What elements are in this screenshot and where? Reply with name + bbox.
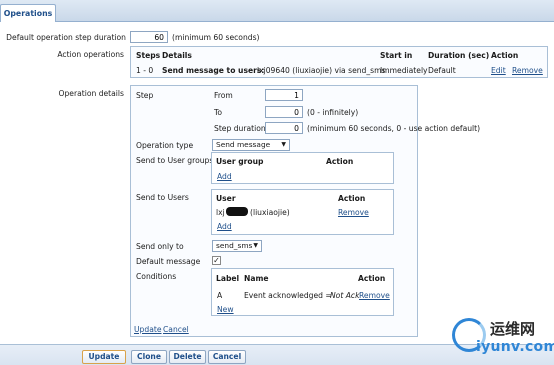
step-duration-hint: (minimum 60 seconds) (172, 33, 260, 42)
condition-name-value: Not Ack (330, 291, 360, 300)
col-details: Details (162, 51, 192, 60)
chevron-down-icon: ▼ (253, 242, 258, 249)
col-start-in: Start in (380, 51, 413, 60)
cancel-operation-link[interactable]: Cancel (163, 325, 189, 334)
op-row-steps: 1 - 0 (136, 66, 154, 75)
to-label: To (214, 108, 222, 117)
col-action: Action (491, 51, 519, 60)
redaction-mark (226, 207, 248, 216)
add-user-link[interactable]: Add (217, 222, 232, 231)
watermark-en: iyunv.com (476, 339, 554, 355)
col-user-group: User group (216, 157, 264, 166)
action-operations-label: Action operations (57, 50, 124, 59)
step-duration-label: Default operation step duration (6, 33, 126, 42)
to-input[interactable] (265, 106, 303, 118)
op-row-duration: Default (428, 66, 456, 75)
send-to-users-label: Send to Users (136, 193, 189, 202)
from-input[interactable] (265, 89, 303, 101)
step-duration-field-label: Step duration (214, 124, 266, 133)
op-row-details-bold: Send message to users: (162, 66, 265, 75)
op-remove-link[interactable]: Remove (512, 66, 543, 75)
operation-type-value: Send message (216, 140, 271, 149)
remove-condition-link[interactable]: Remove (359, 291, 390, 300)
col-condition-label: Label (216, 274, 240, 283)
condition-label-a: A (217, 291, 223, 300)
delete-button[interactable]: Delete (169, 350, 206, 364)
col-users-action: Action (338, 194, 366, 203)
conditions-label: Conditions (136, 272, 177, 281)
tab-operations[interactable]: Operations (0, 4, 56, 23)
col-steps: Steps (136, 51, 161, 60)
send-only-to-select[interactable]: send_sms ▼ (212, 240, 262, 252)
col-user: User (216, 194, 236, 203)
add-group-link[interactable]: Add (217, 172, 232, 181)
watermark-cn: 运维网 (490, 320, 536, 338)
update-operation-link[interactable]: Update (134, 325, 162, 334)
step-duration-input[interactable] (130, 31, 168, 43)
send-to-groups-label: Send to User groups (136, 156, 214, 165)
user-name-suffix: (liuxiaojie) (250, 208, 290, 217)
step-duration-field-hint: (minimum 60 seconds, 0 - use action defa… (307, 124, 481, 133)
default-message-label: Default message (136, 257, 201, 266)
step-label: Step (136, 91, 154, 100)
operation-type-label: Operation type (136, 141, 194, 150)
to-hint: (0 - infinitely) (307, 108, 359, 117)
clone-button[interactable]: Clone (131, 350, 167, 364)
col-duration: Duration (sec) (428, 51, 490, 60)
operation-type-select[interactable]: Send message ▼ (212, 139, 290, 151)
operation-details-label: Operation details (58, 89, 124, 98)
op-row-details: lxj09640 (liuxiaojie) via send_sms (257, 66, 386, 75)
col-condition-name: Name (244, 274, 269, 283)
send-only-to-value: send_sms (216, 241, 253, 250)
condition-name-prefix: Event acknowledged = (244, 291, 332, 300)
op-edit-link[interactable]: Edit (491, 66, 506, 75)
col-groups-action: Action (326, 157, 354, 166)
cancel-button[interactable]: Cancel (208, 350, 246, 364)
chevron-down-icon: ▼ (281, 141, 286, 148)
update-button[interactable]: Update (82, 350, 126, 364)
from-label: From (214, 91, 233, 100)
default-message-checkbox[interactable]: ✓ (212, 256, 221, 265)
send-only-to-label: Send only to (136, 242, 184, 251)
col-condition-action: Action (358, 274, 386, 283)
user-name-prefix: lxj (216, 208, 225, 217)
remove-user-link[interactable]: Remove (338, 208, 369, 217)
tab-strip (0, 0, 554, 22)
new-condition-link[interactable]: New (217, 305, 234, 314)
op-row-start-in: Immediately (380, 66, 428, 75)
step-duration-field-input[interactable] (265, 122, 303, 134)
